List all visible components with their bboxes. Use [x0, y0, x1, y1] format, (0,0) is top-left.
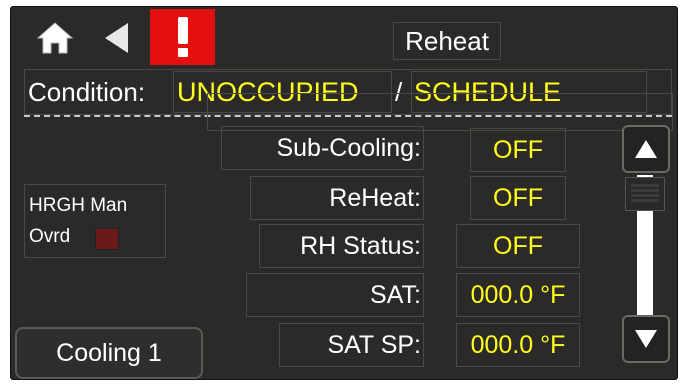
point-label-text: SAT: — [370, 280, 421, 309]
home-button[interactable] — [31, 11, 79, 65]
exclamation-icon — [177, 17, 188, 57]
scrollbar-grip — [631, 184, 659, 204]
triangle-up-icon — [635, 140, 657, 158]
page-title-text: Reheat — [405, 25, 489, 56]
point-value-text: OFF — [493, 183, 543, 212]
point-value-rh-status: OFF — [456, 224, 580, 268]
point-value-sat-sp: 000.0 °F — [456, 323, 580, 367]
cooling-stage-button[interactable]: Cooling 1 — [15, 327, 203, 379]
point-label-sat: SAT: — [246, 273, 424, 317]
page-title: Reheat — [393, 22, 501, 60]
hrgh-override-toggle[interactable] — [95, 228, 119, 250]
point-value-text: 000.0 °F — [470, 330, 566, 359]
hrgh-override-panel: HRGH Man Ovrd — [24, 184, 166, 258]
point-value-text: OFF — [493, 231, 543, 260]
back-arrow-icon — [105, 23, 128, 53]
alarm-button[interactable] — [150, 9, 215, 65]
hrgh-override-label-2: Ovrd — [29, 226, 71, 247]
point-label-text: ReHeat: — [329, 183, 421, 212]
point-label-rh-status: RH Status: — [259, 224, 424, 268]
point-label-sat-sp: SAT SP: — [279, 323, 424, 367]
point-label-text: SAT SP: — [327, 330, 421, 359]
point-value-text: 000.0 °F — [470, 280, 566, 309]
back-button[interactable] — [97, 11, 137, 65]
condition-label: Condition: — [28, 77, 146, 107]
point-label-sub-cooling: Sub-Cooling: — [221, 126, 424, 170]
point-value-reheat: OFF — [470, 176, 566, 220]
scroll-down-button[interactable] — [622, 315, 670, 363]
scroll-up-button[interactable] — [622, 125, 670, 173]
hmi-screen: Reheat Condition: UNOCCUPIED / SCHEDULE … — [10, 6, 678, 380]
point-value-text: OFF — [493, 135, 543, 164]
point-value-sub-cooling: OFF — [470, 128, 566, 172]
point-label-reheat: ReHeat: — [250, 176, 424, 220]
hrgh-override-label: HRGH Man — [29, 195, 128, 216]
home-icon — [36, 22, 74, 54]
scrollbar-thumb[interactable] — [625, 177, 665, 211]
triangle-down-icon — [635, 330, 657, 348]
point-value-sat: 000.0 °F — [456, 273, 580, 317]
cooling-stage-label: Cooling 1 — [56, 338, 162, 367]
point-label-text: RH Status: — [300, 231, 421, 260]
point-label-text: Sub-Cooling: — [276, 133, 421, 162]
